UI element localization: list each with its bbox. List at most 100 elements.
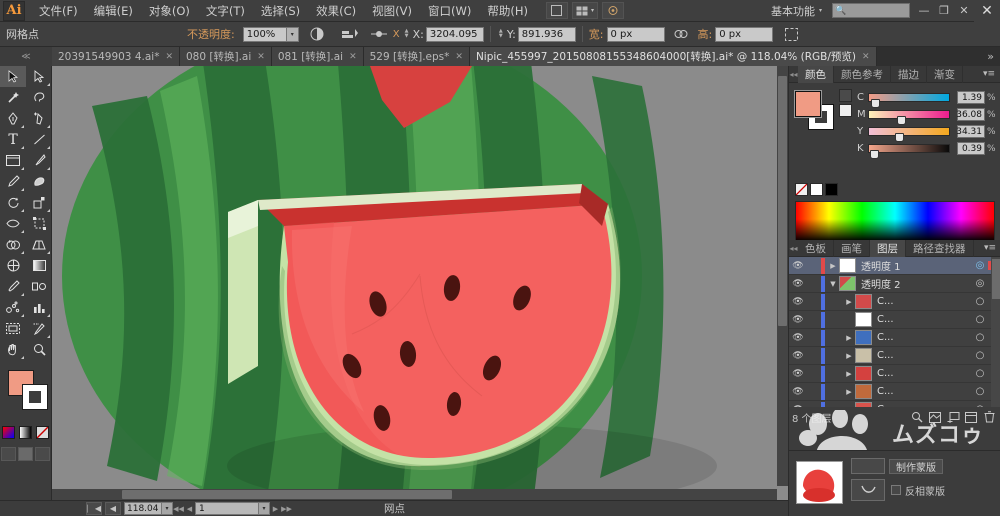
make-clipping-mask-icon[interactable] — [926, 409, 944, 425]
layer-row[interactable]: 👁 ▶ C... ○ — [789, 401, 1000, 407]
mask-thumbnail-empty[interactable] — [851, 458, 885, 474]
symbol-sprayer-tool[interactable] — [0, 297, 26, 318]
full-screen-menubar-mode-button[interactable] — [18, 447, 33, 461]
color-button[interactable] — [2, 426, 15, 439]
last-artboard-icon[interactable]: ▶▶ — [281, 502, 292, 515]
tab-gradient[interactable]: 渐变 — [927, 66, 963, 83]
layer-name[interactable]: C... — [877, 368, 972, 379]
close-window-button[interactable]: ✕ — [954, 1, 974, 21]
slider-track-m[interactable] — [868, 110, 950, 119]
transparency-icon[interactable] — [309, 26, 326, 43]
lasso-tool[interactable] — [26, 87, 52, 108]
slider-value-m[interactable]: 36.08 — [957, 108, 985, 121]
align-icon[interactable] — [342, 26, 359, 43]
layer-row[interactable]: 👁 C... ○ — [789, 311, 1000, 329]
share-on-behance-icon[interactable] — [602, 2, 624, 19]
tab-color[interactable]: 颜色 — [798, 66, 834, 83]
first-page-icon[interactable]: ⎸◀ — [86, 502, 102, 515]
new-layer-icon[interactable] — [962, 409, 980, 425]
layer-row[interactable]: 👁 ▶ 透明度 1 ◎ — [789, 257, 1000, 275]
target-icon[interactable]: ○ — [972, 404, 988, 407]
pen-tool[interactable] — [0, 108, 26, 129]
slider-track-y[interactable] — [868, 127, 950, 136]
layer-name[interactable]: C... — [877, 296, 972, 307]
expand-icon[interactable]: ▶ — [843, 370, 855, 378]
layer-name[interactable]: C... — [877, 386, 972, 397]
target-icon[interactable]: ○ — [972, 386, 988, 397]
slider-track-c[interactable] — [868, 93, 950, 102]
shape-builder-tool[interactable] — [0, 234, 26, 255]
rectangle-tool[interactable] — [0, 150, 26, 171]
layer-name[interactable]: 透明度 2 — [861, 276, 972, 291]
menu-help[interactable]: 帮助(H) — [479, 1, 536, 21]
delete-layer-icon[interactable] — [980, 409, 998, 425]
layer-row[interactable]: 👁 ▶ C... ○ — [789, 347, 1000, 365]
tab-bar-grip[interactable]: ≪ — [0, 47, 52, 66]
add-anchor-point-tool[interactable] — [26, 108, 52, 129]
panel-menu-icon[interactable]: ▾≡ — [978, 69, 1000, 79]
visibility-icon[interactable]: 👁 — [789, 315, 807, 325]
default-colors-icon[interactable] — [839, 104, 852, 117]
normal-screen-mode-button[interactable] — [1, 447, 16, 461]
hand-tool[interactable] — [0, 339, 26, 360]
rotate-tool[interactable] — [0, 192, 26, 213]
menu-effect[interactable]: 效果(C) — [308, 1, 364, 21]
workspace-switcher[interactable]: 基本功能 — [767, 3, 819, 19]
y-input[interactable]: 891.936 — [518, 27, 576, 42]
invert-mask-checkbox[interactable] — [891, 485, 901, 495]
layer-row[interactable]: 👁 ▼ 透明度 2 ◎ — [789, 275, 1000, 293]
search-input[interactable]: 🔍 — [832, 3, 910, 18]
close-icon[interactable]: ✕ — [862, 52, 870, 62]
scroll-thumb[interactable] — [778, 76, 787, 326]
target-icon[interactable]: ◎ — [972, 260, 988, 271]
mask-preview[interactable] — [851, 479, 885, 501]
visibility-icon[interactable]: 👁 — [789, 351, 807, 361]
zoom-dropdown-icon[interactable]: ▾ — [162, 502, 173, 515]
next-artboard-icon[interactable]: ▶ — [270, 502, 281, 515]
minimize-button[interactable]: — — [914, 1, 934, 21]
none-button[interactable] — [36, 426, 49, 439]
doc-tab-1[interactable]: 080 [转换].ai ✕ — [180, 47, 272, 66]
blend-tool[interactable] — [26, 276, 52, 297]
bridge-icon[interactable] — [546, 2, 568, 19]
gradient-tool[interactable] — [26, 255, 52, 276]
close-icon[interactable]: ✕ — [257, 52, 265, 62]
make-mask-button[interactable]: 制作蒙版 — [889, 459, 943, 474]
menu-type[interactable]: 文字(T) — [198, 1, 253, 21]
color-spectrum-bar[interactable] — [795, 201, 995, 241]
visibility-icon[interactable]: 👁 — [789, 405, 807, 408]
canvas-artboard[interactable] — [52, 66, 788, 500]
doc-tab-0[interactable]: 20391549903 4.ai* ✕ — [52, 47, 180, 66]
target-icon[interactable]: ○ — [972, 314, 988, 325]
selection-tool[interactable] — [0, 66, 26, 87]
prev-artboard-icon[interactable]: ◀◀ — [173, 502, 184, 515]
swap-fill-stroke-icon[interactable] — [839, 89, 852, 102]
menu-edit[interactable]: 编辑(E) — [86, 1, 141, 21]
none-color-swatch[interactable] — [795, 183, 808, 196]
expand-icon[interactable]: ▼ — [827, 280, 839, 288]
layer-name[interactable]: C... — [877, 314, 972, 325]
more-options-icon[interactable] — [783, 26, 800, 43]
scroll-thumb[interactable] — [122, 490, 452, 499]
expand-icon[interactable]: ▶ — [843, 334, 855, 342]
width-tool[interactable] — [0, 213, 26, 234]
fill-swatch[interactable] — [795, 91, 821, 117]
slider-thumb-y[interactable] — [895, 133, 904, 142]
canvas-horizontal-scrollbar[interactable] — [52, 489, 777, 500]
scale-tool[interactable] — [26, 192, 52, 213]
zoom-level-input[interactable]: 118.04 — [124, 502, 162, 515]
perspective-grid-tool[interactable] — [26, 234, 52, 255]
layer-row[interactable]: 👁 ▶ C... ○ — [789, 383, 1000, 401]
menu-view[interactable]: 视图(V) — [364, 1, 420, 21]
target-icon[interactable]: ○ — [972, 350, 988, 361]
w-input[interactable]: 0 px — [607, 27, 665, 42]
artboard-tool[interactable] — [0, 318, 26, 339]
slider-value-c[interactable]: 1.39 — [957, 91, 985, 104]
new-sublayer-icon[interactable] — [944, 409, 962, 425]
status-text[interactable]: 网点 — [384, 501, 405, 516]
slider-value-k[interactable]: 0.39 — [957, 142, 985, 155]
doc-tab-4-active[interactable]: Nipic_455997_20150808155348604000[转换].ai… — [470, 47, 877, 66]
free-transform-tool[interactable] — [26, 213, 52, 234]
locate-object-icon[interactable] — [908, 409, 926, 425]
tab-swatches[interactable]: 色板 — [798, 240, 834, 257]
